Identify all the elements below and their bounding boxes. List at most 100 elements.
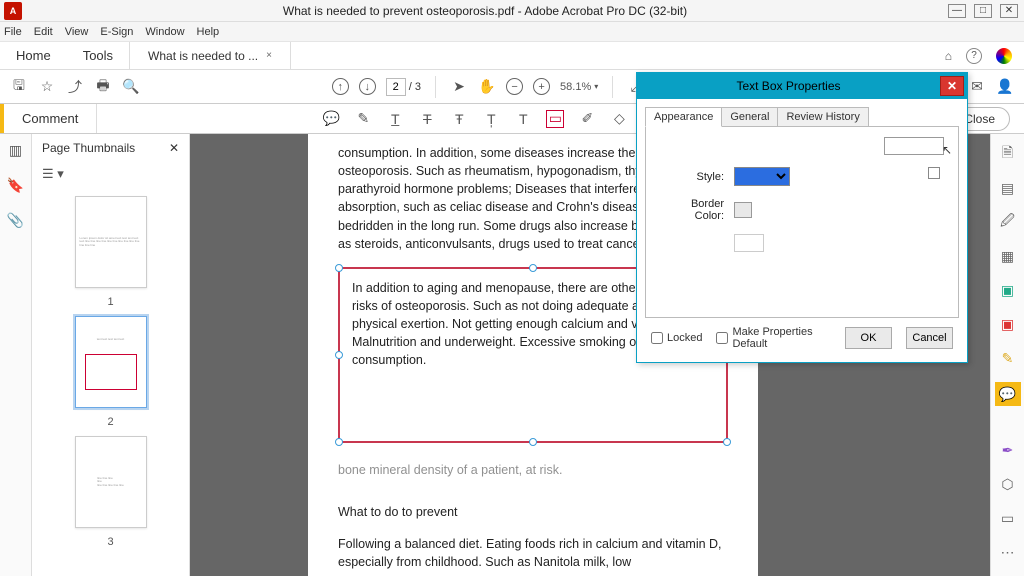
zoom-out-icon[interactable]: − (506, 78, 523, 95)
tool-last-icon[interactable]: ⋯ (998, 542, 1018, 562)
home-button[interactable]: Home (0, 42, 67, 69)
tool-sign-icon[interactable]: ✒ (998, 440, 1018, 460)
width-field[interactable] (884, 137, 944, 155)
share-icon[interactable]: ⤴ (66, 78, 84, 96)
menu-bar: File Edit View E-Sign Window Help (0, 22, 1024, 42)
insert-text-icon[interactable]: T̩ (482, 110, 500, 128)
replace-text-icon[interactable]: Ŧ (450, 110, 468, 128)
resize-handle-tm[interactable] (529, 264, 537, 272)
close-window-button[interactable]: ✕ (1000, 4, 1018, 18)
eraser-icon[interactable]: ◇ (610, 110, 628, 128)
app-icon: A (4, 2, 22, 20)
make-default-checkbox[interactable]: Make Properties Default (716, 326, 817, 350)
highlight-icon[interactable]: ✎ (354, 110, 372, 128)
thumbnail-page-2[interactable]: text text text text text (75, 316, 147, 408)
tool-compress-icon[interactable]: ▣ (998, 314, 1018, 334)
menu-window[interactable]: Window (145, 26, 184, 38)
menu-esign[interactable]: E-Sign (100, 26, 133, 38)
close-thumbnail-icon[interactable]: ✕ (169, 141, 179, 155)
resize-handle-bm[interactable] (529, 438, 537, 446)
tab-review-history[interactable]: Review History (777, 107, 868, 127)
menu-view[interactable]: View (65, 26, 89, 38)
maximize-button[interactable]: □ (974, 4, 992, 18)
profile-icon[interactable] (996, 48, 1012, 64)
appearance-checkbox[interactable] (928, 167, 940, 179)
attachments-rail-icon[interactable]: 📎 (7, 212, 24, 229)
page-up-icon[interactable]: ↑ (332, 78, 349, 95)
help-icon[interactable]: ? (966, 48, 982, 64)
hand-icon[interactable]: ✋ (478, 78, 496, 96)
document-tab[interactable]: What is needed to ... × (129, 42, 291, 69)
email-icon[interactable]: ✉ (968, 78, 986, 96)
window-title: What is needed to prevent osteoporosis.p… (22, 4, 948, 18)
menu-file[interactable]: File (4, 26, 22, 38)
thumbnails-rail-icon[interactable]: ▥ (9, 142, 22, 159)
page-total: 3 (415, 81, 421, 93)
locked-checkbox[interactable]: Locked (651, 332, 702, 344)
tool-create-icon[interactable]: 🗎 (998, 144, 1018, 164)
border-color-label: Border Color: (660, 198, 724, 222)
dialog-tabs: Appearance General Review History (645, 107, 959, 127)
print-icon[interactable]: 🖶 (94, 78, 112, 96)
add-text-icon[interactable]: T (514, 110, 532, 128)
tool-protect-icon[interactable]: ⬡ (998, 474, 1018, 494)
resize-handle-bl[interactable] (335, 438, 343, 446)
tab-row: Home Tools What is needed to ... × ⌂ ? (0, 42, 1024, 70)
resize-handle-ml[interactable] (335, 351, 343, 359)
tool-fill-sign-icon[interactable]: ✎ (998, 348, 1018, 368)
text-box-icon[interactable]: ▭ (546, 110, 564, 128)
resize-handle-br[interactable] (723, 438, 731, 446)
underline-icon[interactable]: T̲ (386, 110, 404, 128)
style-select[interactable] (734, 167, 790, 186)
opacity-field[interactable] (734, 234, 764, 252)
app-menu-icon[interactable]: ⌂ (945, 49, 952, 63)
options-icon[interactable]: ☰ ▾ (42, 166, 64, 181)
tool-edit-icon[interactable]: 🖉 (998, 212, 1018, 232)
bookmarks-rail-icon[interactable]: 🔖 (7, 177, 24, 194)
body-heading: What to do to prevent (338, 503, 728, 521)
search-icon[interactable]: 🔍 (122, 78, 140, 96)
tool-export-icon[interactable]: ▤ (998, 178, 1018, 198)
dialog-close-button[interactable]: ✕ (940, 76, 964, 96)
thumbnail-page-1[interactable]: Lorem ipsum dolor sit amet text text tex… (75, 196, 147, 288)
menu-help[interactable]: Help (197, 26, 220, 38)
dialog-titlebar[interactable]: Text Box Properties ✕ (637, 73, 967, 99)
star-icon[interactable]: ☆ (38, 78, 56, 96)
account-icon[interactable]: 👤 (996, 78, 1014, 96)
cursor-icon: ↖ (942, 143, 952, 157)
window-titlebar: A What is needed to prevent osteoporosis… (0, 0, 1024, 22)
comment-label: Comment (0, 104, 97, 133)
ok-button[interactable]: OK (845, 327, 892, 349)
body-paragraph-2: Following a balanced diet. Eating foods … (338, 535, 728, 571)
appearance-panel: ↖ Style: Border Color: (645, 126, 959, 318)
thumb-label-3: 3 (107, 536, 113, 548)
pencil-icon[interactable]: ✐ (578, 110, 596, 128)
page-down-icon[interactable]: ↓ (359, 78, 376, 95)
save-icon[interactable]: 🖫 (10, 78, 28, 96)
pointer-icon[interactable]: ➤ (450, 78, 468, 96)
thumbnail-page-3[interactable]: line line linelineline line line line li… (75, 436, 147, 528)
tools-button[interactable]: Tools (67, 42, 129, 69)
tool-combine-icon[interactable]: ▣ (998, 280, 1018, 300)
body-fragment: bone mineral density of a patient, at ri… (338, 461, 728, 479)
close-tab-icon[interactable]: × (266, 50, 272, 61)
tool-more-icon[interactable]: ▭ (998, 508, 1018, 528)
page-current-input[interactable] (386, 78, 406, 96)
zoom-in-icon[interactable]: + (533, 78, 550, 95)
dialog-title: Text Box Properties (637, 79, 940, 93)
cancel-button[interactable]: Cancel (906, 327, 953, 349)
strikethrough-icon[interactable]: T (418, 110, 436, 128)
zoom-dropdown[interactable]: 58.1% ▾ (560, 81, 598, 93)
chevron-down-icon: ▾ (594, 82, 598, 91)
tab-appearance[interactable]: Appearance (645, 107, 722, 127)
minimize-button[interactable]: — (948, 4, 966, 18)
border-color-swatch[interactable] (734, 202, 752, 218)
tool-comment-icon[interactable]: 💬 (995, 382, 1021, 406)
tool-organize-icon[interactable]: ▦ (998, 246, 1018, 266)
tab-general[interactable]: General (721, 107, 778, 127)
page-indicator: / 3 (386, 78, 421, 96)
text-box-properties-dialog[interactable]: Text Box Properties ✕ Appearance General… (636, 72, 968, 363)
menu-edit[interactable]: Edit (34, 26, 53, 38)
sticky-note-icon[interactable]: 💬 (322, 110, 340, 128)
resize-handle-tl[interactable] (335, 264, 343, 272)
